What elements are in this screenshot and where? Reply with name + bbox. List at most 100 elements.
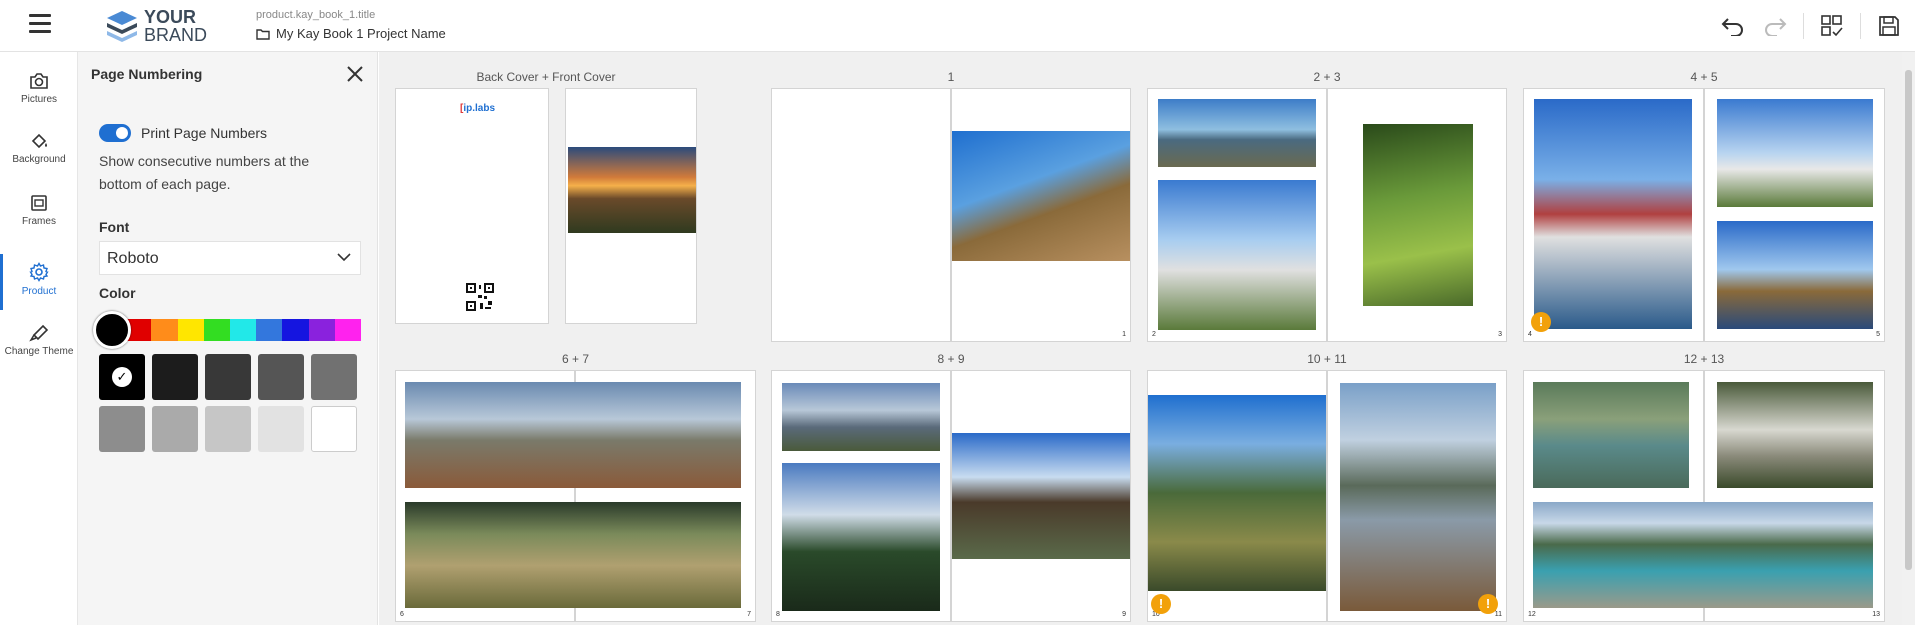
color-swatch[interactable] (311, 406, 357, 452)
river-photo[interactable] (1533, 382, 1689, 488)
spread-2-3[interactable]: 2 + 3 2 3 (1147, 70, 1507, 342)
page-number: 1 (1122, 331, 1126, 338)
rail-item-pictures[interactable]: Pictures (0, 64, 78, 122)
spread-6-7[interactable]: 6 + 7 6 7 (395, 352, 756, 622)
coast-photo[interactable] (1717, 221, 1873, 329)
stave-church-photo[interactable] (952, 433, 1130, 559)
color-swatch[interactable] (152, 406, 198, 452)
brush-icon (29, 324, 49, 342)
scrollbar-thumb[interactable] (1905, 70, 1912, 570)
color-swatch[interactable] (99, 354, 145, 400)
page-8[interactable]: 8 (771, 370, 951, 622)
page-empty[interactable] (771, 88, 951, 342)
rail-item-change-theme[interactable]: Change Theme (0, 316, 78, 374)
ip-labs-logo-text: ip.labs (463, 103, 496, 114)
sunset-photo[interactable] (568, 147, 696, 233)
color-spectrum-slider[interactable] (99, 319, 362, 341)
mountain-lake-photo[interactable] (782, 383, 940, 451)
harbor-photo[interactable] (1534, 99, 1692, 329)
spread-12-13[interactable]: 12 + 13 12 13 (1523, 352, 1885, 622)
lighthouse-photo-2[interactable] (1717, 99, 1873, 207)
page-5[interactable]: 5 (1704, 88, 1885, 342)
plateau-photo[interactable] (405, 382, 741, 488)
spectrum-band[interactable] (282, 319, 309, 341)
rail-label-background: Background (12, 154, 66, 165)
fjord-photo[interactable] (1533, 502, 1873, 608)
spectrum-band[interactable] (177, 319, 204, 341)
save-button[interactable] (1875, 12, 1903, 40)
warning-icon[interactable]: ! (1151, 594, 1171, 614)
canvas-scrollbar[interactable] (1902, 52, 1915, 625)
color-swatch[interactable] (205, 354, 251, 400)
close-panel-button[interactable] (345, 64, 365, 84)
page-2[interactable]: 2 (1147, 88, 1327, 342)
page-overview-button[interactable] (1818, 12, 1846, 40)
undo-button[interactable] (1719, 12, 1747, 40)
cliff-photo[interactable] (1148, 395, 1326, 591)
qr-code-icon (466, 283, 494, 311)
color-swatch[interactable] (311, 354, 357, 400)
spread-4-5[interactable]: 4 + 5 4 5 ! (1523, 70, 1885, 342)
menu-icon[interactable] (29, 14, 51, 34)
font-select[interactable]: Roboto (99, 241, 361, 275)
spread-8-9[interactable]: 8 + 9 8 9 (771, 352, 1131, 622)
page-number: 11 (1494, 611, 1502, 618)
waterfall-photo[interactable] (782, 463, 940, 611)
save-icon (1879, 16, 1899, 36)
grass-bottle-photo[interactable] (405, 502, 741, 608)
logo-line-1: YOUR (144, 7, 197, 27)
spectrum-band[interactable] (203, 319, 231, 341)
spectrum-band[interactable] (308, 319, 335, 341)
page-front-cover[interactable] (565, 88, 697, 324)
page-4[interactable]: 4 (1523, 88, 1704, 342)
color-swatch[interactable] (258, 406, 304, 452)
project-name-row[interactable]: My Kay Book 1 Project Name (256, 26, 446, 41)
rail-item-frames[interactable]: Frames (0, 186, 78, 244)
page-3[interactable]: 3 (1327, 88, 1507, 342)
moss-photo[interactable] (1363, 124, 1473, 306)
page-1[interactable]: 1 (951, 88, 1131, 342)
dock-photo[interactable] (1340, 383, 1496, 611)
spread-1[interactable]: 1 1 (771, 70, 1131, 342)
spread-label: Back Cover + Front Cover (476, 70, 616, 84)
brand-logo[interactable]: YOUR BRAND (104, 6, 214, 46)
font-label: Font (99, 219, 130, 235)
page-11[interactable]: 11 (1327, 370, 1507, 622)
rail-item-product[interactable]: Product (0, 254, 78, 312)
color-swatch[interactable] (152, 354, 198, 400)
spread-label: 1 (947, 70, 955, 84)
warning-icon[interactable]: ! (1531, 312, 1551, 332)
close-icon (347, 66, 363, 82)
spectrum-band[interactable] (151, 319, 178, 341)
print-page-numbers-label: Print Page Numbers (141, 125, 268, 141)
undo-icon (1721, 18, 1743, 36)
hillside-photo[interactable] (952, 131, 1130, 261)
spectrum-handle[interactable] (93, 311, 131, 349)
spectrum-band[interactable] (230, 319, 257, 341)
warning-icon[interactable]: ! (1478, 594, 1498, 614)
color-swatch[interactable] (99, 406, 145, 452)
spectrum-band[interactable] (256, 319, 283, 341)
print-page-numbers-toggle[interactable] (99, 124, 131, 142)
page-number: 3 (1498, 331, 1502, 338)
cascade-photo[interactable] (1717, 382, 1873, 488)
page-10[interactable]: 10 (1147, 370, 1327, 622)
sea-photo[interactable] (1158, 99, 1316, 167)
rail-item-background[interactable]: Background (0, 124, 78, 182)
toolbar-divider (1860, 13, 1861, 39)
spread-cover[interactable]: Back Cover + Front Cover [ip.labs (395, 70, 697, 324)
spread-10-11[interactable]: 10 + 11 10 11 ! ! (1147, 352, 1507, 622)
page-number: 7 (747, 611, 751, 618)
spread-label: 10 + 11 (1307, 352, 1347, 366)
spectrum-band[interactable] (334, 319, 362, 341)
lighthouse-photo[interactable] (1158, 180, 1316, 330)
print-page-numbers-row: Print Page Numbers (99, 124, 267, 142)
color-swatch[interactable] (258, 354, 304, 400)
page-back-cover[interactable]: [ip.labs (395, 88, 549, 324)
spread-label: 2 + 3 (1313, 70, 1341, 84)
rail-label-change-theme: Change Theme (4, 346, 74, 357)
spread-label: 6 + 7 (561, 352, 590, 366)
page-9[interactable]: 9 (951, 370, 1131, 622)
color-swatch[interactable] (205, 406, 251, 452)
redo-button[interactable] (1761, 12, 1789, 40)
